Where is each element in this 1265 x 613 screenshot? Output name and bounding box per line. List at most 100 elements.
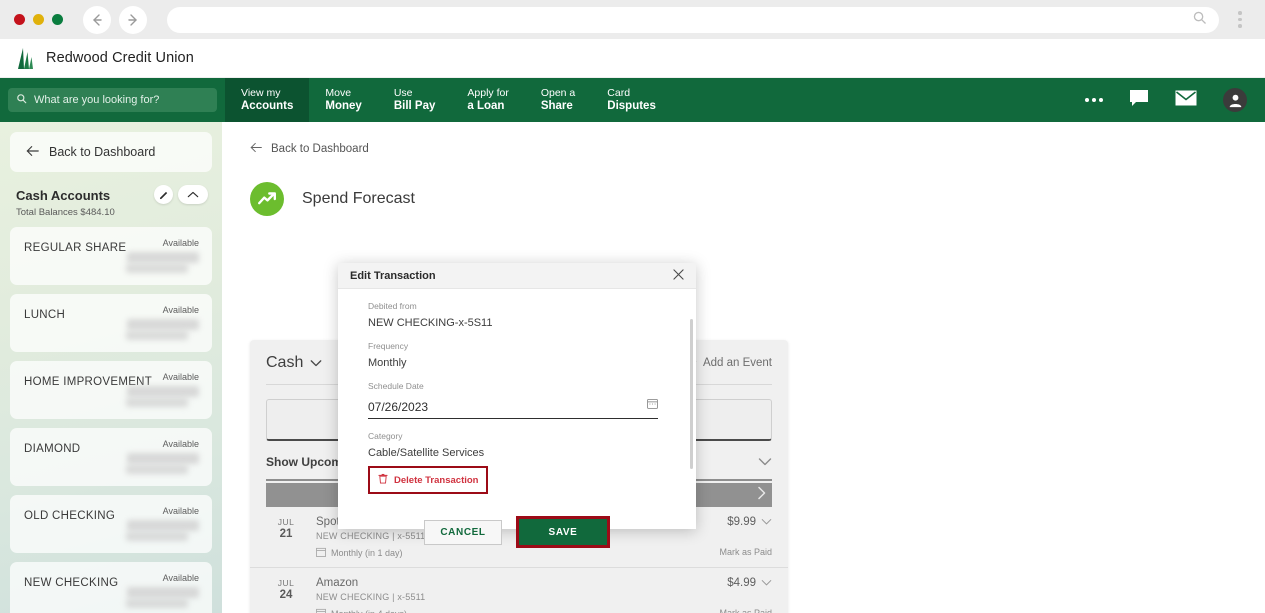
nav-item-apply-for-a-loan[interactable]: Apply for a Loan <box>451 78 524 122</box>
nav-item-line2: Disputes <box>607 100 656 113</box>
pencil-icon[interactable] <box>154 185 173 204</box>
transaction-account: NEW CHECKING | x-5511 <box>316 592 426 602</box>
account-balance-redacted-secondary <box>126 331 188 340</box>
transaction-date: JUL 24 <box>266 577 306 613</box>
nav-item-move-money[interactable]: Move Money <box>309 78 377 122</box>
frequency-value: Monthly <box>368 357 407 369</box>
main-back-to-dashboard[interactable]: Back to Dashboard <box>222 122 1265 156</box>
window-minimize-button[interactable] <box>33 14 44 25</box>
browser-chrome <box>0 0 1265 39</box>
sidebar-account-old-checking[interactable]: OLD CHECKING Available <box>10 495 212 553</box>
window-close-button[interactable] <box>14 14 25 25</box>
window-maximize-button[interactable] <box>52 14 63 25</box>
transaction-merchant: Amazon <box>316 577 359 589</box>
account-name: NEW CHECKING <box>24 577 119 589</box>
account-available-label: Available <box>162 305 199 315</box>
account-name: LUNCH <box>24 309 66 321</box>
transaction-day: 24 <box>279 589 293 601</box>
nav-item-line2: Money <box>325 100 362 113</box>
window-traffic-lights <box>14 14 63 25</box>
schedule-date-label: Schedule Date <box>368 381 424 391</box>
nav-item-open-a-share[interactable]: Open a Share <box>525 78 591 122</box>
chat-bubble-icon[interactable] <box>1129 89 1149 112</box>
chevron-down-icon <box>310 354 322 372</box>
transaction-frequency-label: Monthly (in 4 days) <box>331 609 407 613</box>
close-icon[interactable] <box>673 267 684 285</box>
cancel-button[interactable]: CANCEL <box>424 519 502 545</box>
nav-item-view-my-accounts[interactable]: View my Accounts <box>225 78 310 122</box>
mark-as-paid-link[interactable]: Mark as Paid <box>680 608 772 613</box>
browser-back-button[interactable] <box>83 5 111 34</box>
account-balance-redacted <box>127 587 199 598</box>
sidebar-back-to-dashboard[interactable]: Back to Dashboard <box>10 132 212 172</box>
category-label: Category <box>368 431 403 441</box>
search-icon[interactable] <box>1192 10 1207 30</box>
modal-footer: CANCEL SAVE <box>368 516 666 548</box>
account-available-label: Available <box>162 238 199 248</box>
account-balance-redacted-secondary <box>126 599 188 608</box>
browser-url-bar[interactable] <box>167 6 1219 33</box>
category-value: Cable/Satellite Services <box>368 447 485 459</box>
modal-body: Debited from NEW CHECKING-x-5S11 Frequen… <box>338 289 696 548</box>
kebab-menu-icon[interactable] <box>1229 11 1251 28</box>
nav-item-card-disputes[interactable]: Card Disputes <box>591 78 672 122</box>
account-available-label: Available <box>162 573 199 583</box>
app-root: Redwood Credit Union What are you lookin… <box>0 0 1265 613</box>
sidebar-account-new-checking[interactable]: NEW CHECKING Available <box>10 562 212 613</box>
transaction-amount-row[interactable]: $4.99 <box>680 577 772 589</box>
transaction-frequency-label: Monthly (in 1 day) <box>331 548 403 558</box>
transaction-amount: $9.99 <box>727 516 756 528</box>
envelope-icon[interactable] <box>1175 90 1197 111</box>
mark-as-paid-link[interactable]: Mark as Paid <box>680 547 772 557</box>
nav-right-actions <box>1085 78 1265 122</box>
account-available-label: Available <box>162 506 199 516</box>
accounts-sidebar: Back to Dashboard Cash Accounts Total Ba… <box>0 122 222 613</box>
chevron-down-icon <box>761 516 772 528</box>
nav-item-line1: Card <box>607 86 631 99</box>
account-balance-redacted-secondary <box>126 264 188 273</box>
account-balance-redacted-secondary <box>126 398 188 407</box>
sidebar-account-lunch[interactable]: LUNCH Available <box>10 294 212 352</box>
delete-transaction-button[interactable]: Delete Transaction <box>368 466 489 494</box>
transaction-amount: $4.99 <box>727 577 756 589</box>
delete-transaction-label: Delete Transaction <box>394 474 479 486</box>
brand-name: Redwood Credit Union <box>46 50 194 66</box>
nav-item-line1: Apply for <box>467 86 509 99</box>
save-button-highlight: SAVE <box>516 516 610 548</box>
browser-forward-button[interactable] <box>119 5 147 34</box>
add-an-event-button[interactable]: Add an Event <box>684 355 772 371</box>
chevron-right-icon <box>757 486 766 505</box>
chevron-up-icon[interactable] <box>178 185 208 204</box>
search-input[interactable]: What are you looking for? <box>8 88 217 112</box>
transaction-day: 21 <box>279 528 293 540</box>
account-selector[interactable]: Cash <box>266 354 322 372</box>
sidebar-account-home-improvement[interactable]: HOME IMPROVEMENT Available <box>10 361 212 419</box>
schedule-date-value: 07/26/2023 <box>368 400 429 414</box>
redwood-tree-logo <box>14 45 36 71</box>
nav-item-line1: Open a <box>540 86 576 99</box>
save-button[interactable]: SAVE <box>519 519 607 545</box>
transaction-date: JUL 21 <box>266 516 306 559</box>
account-selector-label: Cash <box>266 354 304 371</box>
modal-scrollbar[interactable] <box>690 319 693 469</box>
nav-item-use-bill-pay[interactable]: Use Bill Pay <box>378 78 452 122</box>
account-balance-redacted-secondary <box>126 532 188 541</box>
user-avatar-icon[interactable] <box>1223 88 1247 112</box>
primary-navigation: What are you looking for? View my Accoun… <box>0 78 1265 122</box>
calendar-icon <box>316 608 326 613</box>
sidebar-account-regular-share[interactable]: REGULAR SHARE Available <box>10 227 212 285</box>
calendar-icon <box>316 547 326 559</box>
sidebar-account-diamond[interactable]: DIAMOND Available <box>10 428 212 486</box>
table-row[interactable]: JUL 24 Amazon NEW CHECKING | x-5511 Mont… <box>250 568 788 613</box>
total-balances: Total Balances $484.10 <box>16 207 115 218</box>
account-available-label: Available <box>162 439 199 449</box>
more-horizontal-icon[interactable] <box>1085 98 1103 102</box>
account-balance-redacted <box>127 520 199 531</box>
search-placeholder: What are you looking for? <box>34 94 160 106</box>
brand-bar: Redwood Credit Union <box>0 39 1265 78</box>
account-name: DIAMOND <box>24 443 81 455</box>
account-available-label: Available <box>162 372 199 382</box>
schedule-date-input[interactable]: 07/26/2023 <box>368 396 658 419</box>
calendar-icon[interactable] <box>647 396 658 414</box>
arrow-left-icon <box>26 145 40 160</box>
